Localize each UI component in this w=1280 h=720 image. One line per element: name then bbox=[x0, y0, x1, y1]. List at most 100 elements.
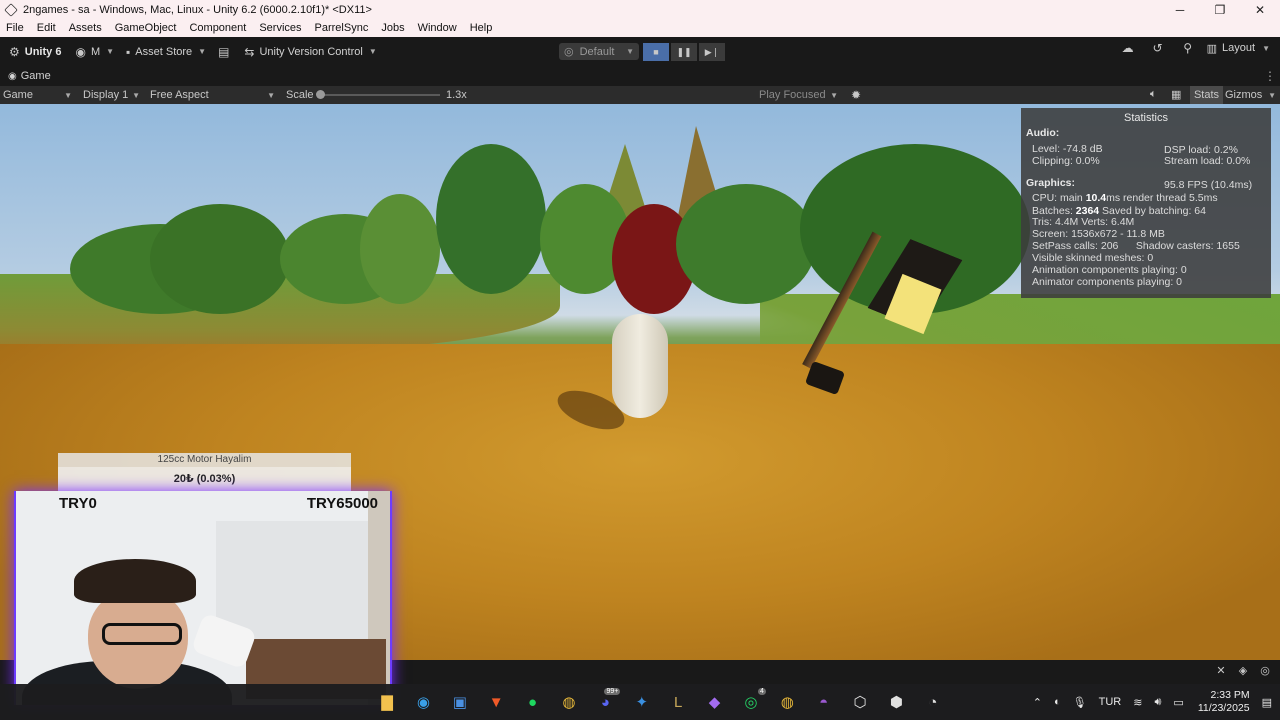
gizmos-dropdown[interactable]: Gizmos ▼ bbox=[1222, 86, 1280, 104]
riot-icon[interactable]: ◆ bbox=[700, 690, 730, 714]
tray-overflow-icon[interactable]: ⌃ bbox=[1033, 696, 1042, 709]
account-dropdown[interactable]: ◉ M ▼ bbox=[70, 42, 119, 62]
tris-readout: Tris: 4.4M Verts: 6.4M bbox=[1032, 216, 1135, 228]
gamepad-icon: ◉ bbox=[8, 70, 17, 82]
pause-button[interactable]: ❚❚ bbox=[671, 43, 697, 61]
undo-history-button[interactable]: ↺ bbox=[1143, 41, 1173, 55]
tab-game-label: Game bbox=[20, 70, 51, 82]
package-button[interactable]: ▤ bbox=[213, 42, 239, 62]
taskbar-clock[interactable]: 2:33 PM 11/23/2025 bbox=[1198, 689, 1250, 715]
step-icon: ▶❘ bbox=[704, 46, 720, 57]
visibility-off-icon[interactable]: ✕ bbox=[1210, 664, 1232, 677]
menu-help[interactable]: Help bbox=[470, 22, 493, 34]
layout-dropdown[interactable]: ▥ Layout ▼ bbox=[1203, 42, 1274, 55]
stop-icon: ■ bbox=[653, 47, 659, 57]
github-icon[interactable]: ◓ bbox=[809, 690, 839, 714]
minimize-button[interactable]: ─ bbox=[1160, 0, 1200, 19]
stream-load: Stream load: 0.0% bbox=[1164, 155, 1251, 167]
spotify-icon[interactable]: ● bbox=[518, 690, 548, 714]
file-explorer-icon[interactable]: ▇ bbox=[372, 690, 402, 714]
version-control-dropdown[interactable]: ⇆ Unity Version Control ▼ bbox=[239, 42, 381, 62]
aspect-label: Free Aspect bbox=[150, 89, 209, 101]
chevron-down-icon: ▼ bbox=[198, 47, 207, 56]
tree bbox=[360, 194, 440, 304]
unity-logo-icon bbox=[4, 2, 18, 17]
donation-max-label: TRY65000 bbox=[306, 495, 378, 512]
skinned-readout: Visible skinned meshes: 0 bbox=[1032, 252, 1154, 264]
close-button[interactable]: ✕ bbox=[1240, 0, 1280, 19]
wifi-icon[interactable]: ≋ bbox=[1133, 696, 1142, 709]
donation-min-label: TRY0 bbox=[59, 495, 97, 512]
stats-toggle[interactable]: Stats bbox=[1190, 86, 1223, 104]
animation-readout: Animation components playing: 0 bbox=[1032, 264, 1187, 276]
menu-component[interactable]: Component bbox=[189, 22, 246, 34]
input-language[interactable]: TUR bbox=[1099, 696, 1122, 708]
menu-file[interactable]: File bbox=[6, 22, 24, 34]
game-view-toolbar: Game ▼ Display 1 ▼ Free Aspect ▼ Scale 1… bbox=[0, 86, 1280, 104]
grid-icon[interactable]: ▦ bbox=[1171, 88, 1181, 101]
unity-account-button[interactable]: ⚙ Unity 6 bbox=[4, 42, 66, 62]
obs-icon[interactable]: ◔ bbox=[918, 690, 948, 714]
league-icon[interactable]: L bbox=[663, 690, 693, 714]
menu-assets[interactable]: Assets bbox=[69, 22, 102, 34]
store-icon[interactable]: ▣ bbox=[445, 690, 475, 714]
menu-jobs[interactable]: Jobs bbox=[381, 22, 404, 34]
bug-icon[interactable]: ✹ bbox=[851, 88, 861, 102]
tree bbox=[676, 184, 816, 304]
menu-parrelsync[interactable]: ParrelSync bbox=[315, 22, 369, 34]
search-button[interactable]: ⚲ bbox=[1173, 41, 1203, 55]
play-button[interactable]: ■ bbox=[643, 43, 669, 61]
step-button[interactable]: ▶❘ bbox=[699, 43, 725, 61]
scale-slider-handle[interactable] bbox=[316, 90, 325, 99]
edge-icon[interactable]: ◉ bbox=[408, 690, 438, 714]
tab-game[interactable]: ◉ Game bbox=[0, 70, 59, 82]
cloud-button[interactable]: ☁ bbox=[1113, 41, 1143, 55]
view-mode-dropdown[interactable]: Game ▼ bbox=[0, 86, 76, 104]
discord-icon[interactable]: ◕ 99+ bbox=[590, 688, 621, 714]
tree bbox=[150, 204, 290, 314]
history-icon: ↺ bbox=[1152, 41, 1163, 55]
app-icon[interactable]: ✦ bbox=[627, 690, 657, 714]
menu-services[interactable]: Services bbox=[259, 22, 301, 34]
brave-icon[interactable]: ▼ bbox=[481, 690, 511, 714]
search-icon: ⚲ bbox=[1183, 41, 1193, 55]
game-controller-icon[interactable]: ◐ bbox=[1054, 696, 1061, 708]
shopping-bag-icon: ▪ bbox=[126, 44, 131, 59]
menu-window[interactable]: Window bbox=[418, 22, 457, 34]
microphone-icon[interactable]: 🎙︎ bbox=[1073, 696, 1087, 709]
streamer-glasses bbox=[102, 623, 182, 645]
unity-editor-icon[interactable]: ⬢ bbox=[881, 690, 911, 714]
view-mode-label: Game bbox=[3, 89, 33, 101]
menu-edit[interactable]: Edit bbox=[37, 22, 56, 34]
version-control-label: Unity Version Control bbox=[259, 45, 363, 58]
mute-audio-icon[interactable]: 🔈︎ bbox=[1150, 88, 1157, 101]
aspect-dropdown[interactable]: Free Aspect ▼ bbox=[147, 86, 279, 104]
animator-readout: Animator components playing: 0 bbox=[1032, 276, 1182, 288]
menu-gameobject[interactable]: GameObject bbox=[115, 22, 177, 34]
statistics-title: Statistics bbox=[1123, 112, 1168, 124]
chevron-down-icon: ▼ bbox=[1262, 43, 1270, 53]
main-toolbar: ⚙ Unity 6 ◉ M ▼ ▪ Asset Store ▼ ▤ ⇆ Unit… bbox=[0, 37, 1280, 66]
chevron-down-icon: ▼ bbox=[626, 47, 634, 56]
battery-icon[interactable]: ▭ bbox=[1173, 696, 1183, 709]
whatsapp-icon[interactable]: ◎ 4 bbox=[736, 688, 766, 714]
cpu-suffix: ms render thread 5.5ms bbox=[1106, 192, 1218, 204]
check-circle-icon[interactable]: ◎ bbox=[1254, 664, 1276, 677]
scale-slider-track[interactable] bbox=[322, 94, 440, 96]
version-control-icon: ⇆ bbox=[244, 44, 255, 59]
chevron-down-icon: ▼ bbox=[106, 47, 115, 56]
layers-icon[interactable]: ◈ bbox=[1232, 664, 1254, 677]
unity-hub-icon[interactable]: ⬡ bbox=[845, 690, 875, 714]
notifications-icon[interactable]: ▤ bbox=[1262, 696, 1272, 709]
more-options-icon[interactable]: ⋮ bbox=[1264, 69, 1276, 83]
statistics-panel: Statistics Audio: Level: -74.8 dB Clippi… bbox=[1021, 108, 1271, 298]
play-focused-dropdown[interactable]: Play Focused ▼ bbox=[756, 86, 852, 104]
clock-date: 11/23/2025 bbox=[1197, 702, 1250, 714]
asset-store-button[interactable]: ▪ Asset Store ▼ bbox=[121, 42, 211, 62]
display-dropdown[interactable]: Display 1 ▼ bbox=[80, 86, 144, 104]
maximize-button[interactable]: ❐ bbox=[1200, 0, 1240, 19]
chrome-profile-icon[interactable]: ◍ bbox=[772, 690, 802, 714]
chrome-icon[interactable]: ◍ bbox=[554, 690, 584, 714]
volume-icon[interactable]: 🔊︎ bbox=[1154, 696, 1161, 709]
layout-preset-dropdown[interactable]: ◎ Default ▼ bbox=[559, 43, 639, 60]
